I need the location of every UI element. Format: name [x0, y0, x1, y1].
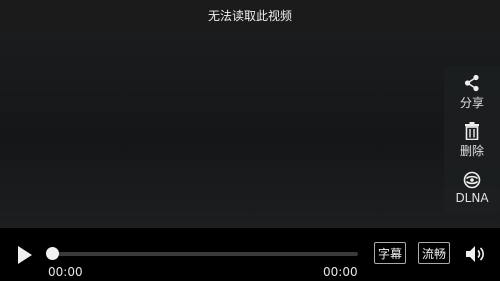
title-bar: 无法读取此视频 [0, 0, 500, 30]
current-time: 00:00 [48, 265, 83, 279]
side-panel: 分享 删除 DLNA [444, 66, 500, 213]
play-icon[interactable] [16, 245, 34, 265]
progress-thumb[interactable] [46, 247, 59, 260]
player-controls: 00:00 00:00 字幕 流畅 [0, 228, 500, 281]
delete-label: 删除 [459, 143, 484, 158]
trash-icon [463, 121, 481, 140]
subtitle-button[interactable]: 字幕 [374, 242, 406, 264]
progress-track[interactable] [50, 252, 358, 256]
volume-icon[interactable] [464, 244, 486, 264]
video-area[interactable] [0, 30, 500, 228]
dlna-icon [463, 171, 481, 189]
share-button[interactable]: 分享 [444, 68, 500, 116]
quality-button[interactable]: 流畅 [418, 242, 450, 264]
duration-time: 00:00 [323, 265, 358, 279]
dlna-button[interactable]: DLNA [444, 164, 500, 212]
dlna-label: DLNA [455, 191, 489, 205]
delete-button[interactable]: 删除 [444, 116, 500, 164]
page-title: 无法读取此视频 [207, 8, 292, 23]
share-icon [463, 74, 481, 92]
share-label: 分享 [459, 95, 484, 110]
